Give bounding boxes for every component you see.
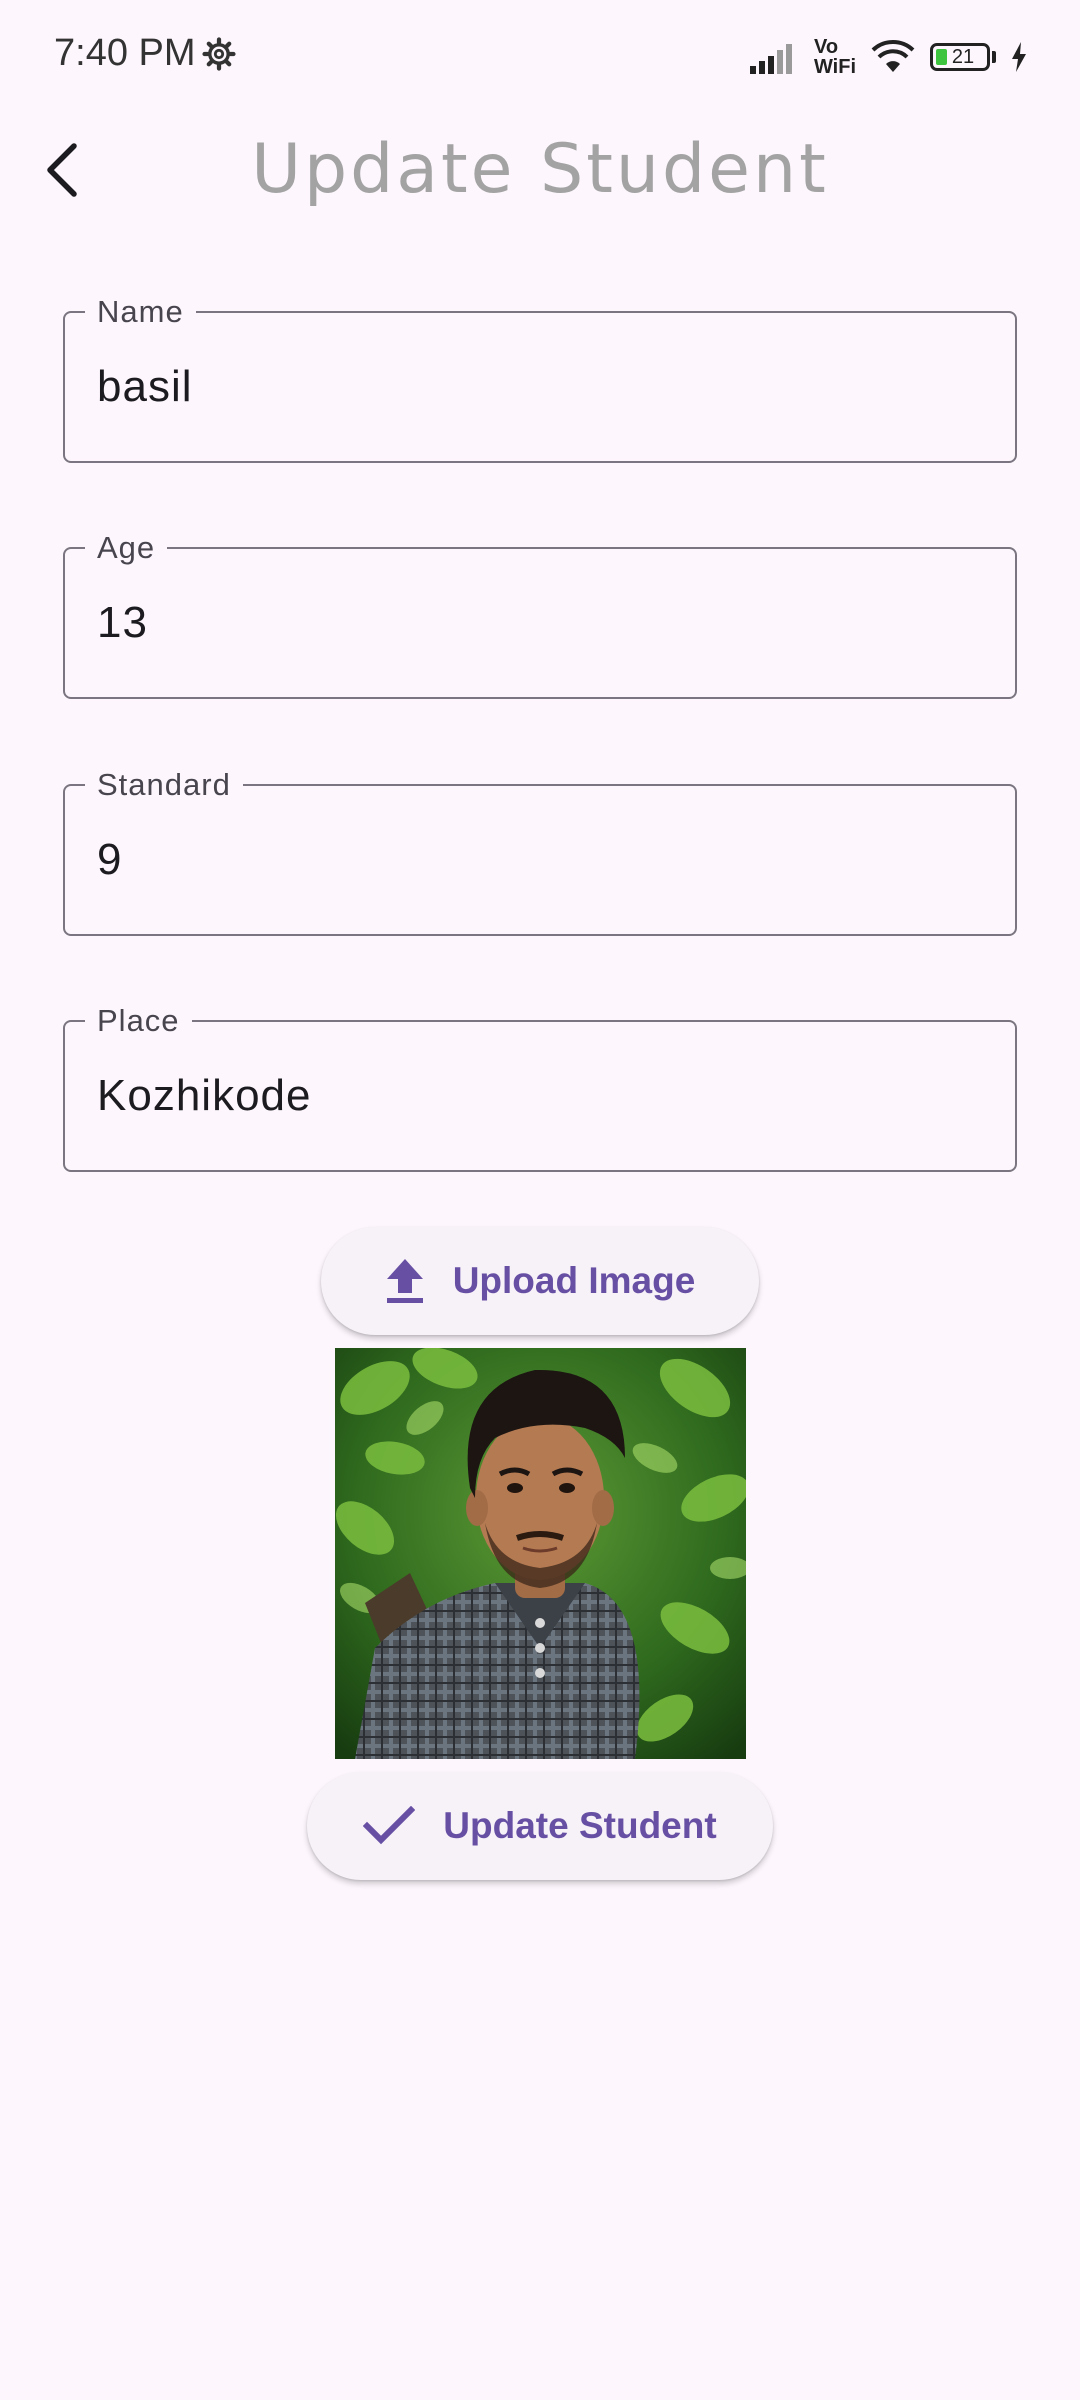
charging-bolt-icon: [1012, 42, 1026, 72]
upload-image-label: Upload Image: [452, 1260, 696, 1301]
vowifi-bottom: WiFi: [813, 56, 856, 78]
upload-image-button[interactable]: Upload Image: [321, 1227, 759, 1335]
update-student-button[interactable]: Update Student: [307, 1772, 773, 1880]
battery-icon: 21: [930, 43, 990, 71]
standard-field[interactable]: Standard 9: [63, 768, 1017, 936]
check-icon: [363, 1806, 416, 1845]
vowifi-top: Vo: [813, 36, 839, 58]
place-field-value[interactable]: Kozhikode: [97, 1070, 311, 1122]
place-field-label: Place: [85, 1004, 192, 1038]
name-field[interactable]: Name basil: [63, 295, 1017, 463]
student-photo-illustration: [335, 1348, 746, 1759]
name-field-label: Name: [85, 295, 196, 329]
app-bar: Update Student: [0, 116, 1080, 224]
place-field[interactable]: Place Kozhikode: [63, 1004, 1017, 1172]
age-field-value[interactable]: 13: [97, 597, 148, 649]
wifi-icon: [871, 40, 915, 72]
battery-percent: 21: [951, 45, 975, 68]
vowifi-indicator: Vo WiFi: [814, 37, 856, 77]
status-indicators: Vo WiFi 21: [749, 30, 1028, 84]
status-time-group: 7:40 PM: [54, 32, 236, 75]
name-field-value[interactable]: basil: [97, 361, 193, 413]
status-time: 7:40 PM: [54, 32, 196, 74]
standard-field-value[interactable]: 9: [97, 834, 122, 886]
update-student-label: Update Student: [443, 1805, 717, 1846]
page-title: Update Student: [251, 130, 829, 209]
status-bar: 7:40 PM Vo WiFi 21: [0, 0, 1080, 116]
signal-icon: [749, 44, 792, 74]
age-field[interactable]: Age 13: [63, 531, 1017, 699]
age-field-label: Age: [85, 531, 168, 565]
upload-icon: [386, 1259, 423, 1303]
standard-field-label: Standard: [85, 768, 243, 802]
battery-cap: [992, 51, 996, 63]
student-photo: [335, 1348, 746, 1759]
battery-group: 21: [930, 43, 996, 71]
settings-gear-icon: [201, 36, 236, 71]
